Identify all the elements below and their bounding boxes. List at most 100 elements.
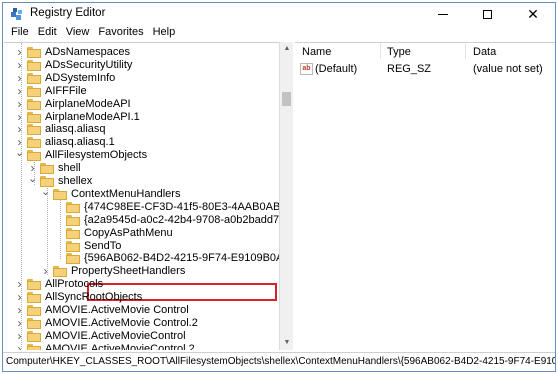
column-header-data[interactable]: Data [473,46,496,58]
folder-icon [27,124,41,135]
value-data: (value not set) [473,63,543,75]
chevron-right-icon[interactable]: › [15,343,24,351]
tree-node-label: AMOVIE.ActiveMovie Control.2 [45,317,198,329]
folder-icon [27,47,41,58]
folder-icon [66,241,80,252]
tree-node[interactable]: › aliasq.aliasq [4,123,279,136]
tree-node[interactable]: › AirplaneModeAPI [4,98,279,111]
folder-icon [66,215,80,226]
value-name: (Default) [315,63,358,75]
title-bar[interactable]: Registry Editor ✕ [3,3,555,25]
column-divider[interactable] [465,43,466,59]
folder-icon [27,99,41,110]
menu-edit[interactable]: Edit [34,25,62,42]
chevron-right-icon[interactable]: › [41,265,50,278]
tree-node[interactable]: › AIFFFile [4,85,279,98]
maximize-button[interactable] [465,3,509,25]
tree-node-label: ADsSecurityUtility [45,59,133,71]
tree-node-label: shellex [58,175,93,187]
tree-node[interactable]: ⌄ AllFilesystemObjects [4,148,279,162]
registry-editor-app-icon [11,8,22,20]
folder-icon [27,60,41,71]
column-header-name[interactable]: Name [302,46,331,58]
folder-icon [27,279,41,290]
tree-node[interactable]: › AMOVIE.ActiveMovie Control.2 [4,317,279,330]
maximize-icon [482,9,492,19]
folder-icon [27,86,41,97]
tree-node-label: {474C98EE-CF3D-41f5-80E3-4AAB0AB04301} [84,201,280,213]
tree-node[interactable]: › AllProtocols [4,278,279,291]
tree-node-label: AllFilesystemObjects [45,149,148,161]
folder-icon [40,163,54,174]
tree-node-label: AIFFFile [45,85,87,97]
status-bar: Computer\HKEY_CLASSES_ROOT\AllFilesystem… [3,352,555,371]
folder-icon [27,344,41,350]
value-row[interactable]: ab (Default) REG_SZ (value not set) [295,63,555,77]
folder-icon [27,305,41,316]
tree-node-label: {a2a9545d-a0c2-42b4-9708-a0b2badd77c8} [84,214,280,226]
menu-help[interactable]: Help [149,25,181,42]
tree-node-label: AMOVIE.ActiveMovie Control [45,304,189,316]
folder-icon [27,112,41,123]
value-type: REG_SZ [387,63,432,75]
tree-node-label: {596AB062-B4D2-4215-9F74-E9109B0A8153} [84,252,279,264]
status-path: Computer\HKEY_CLASSES_ROOT\AllFilesystem… [6,356,555,367]
tree-node[interactable]: › AMOVIE.ActiveMovie Control [4,304,279,317]
tree-node-label: AirplaneModeAPI [45,98,131,110]
tree-node[interactable]: › ADsNamespaces [4,46,279,59]
menu-favorites[interactable]: Favorites [94,25,148,42]
tree-node[interactable]: › shell [4,162,279,175]
tree-node-label: ADSystemInfo [45,72,116,84]
folder-icon [53,189,67,200]
tree-node[interactable]: CopyAsPathMenu [4,227,279,240]
tree-node[interactable]: › AllSyncRootObjects [4,291,279,304]
tree-node[interactable]: ⌄ ContextMenuHandlers [4,187,279,201]
scroll-down-icon[interactable]: ▼ [280,336,294,350]
menu-file[interactable]: File [7,25,34,42]
column-divider[interactable] [380,43,381,59]
tree-node[interactable]: › aliasq.aliasq.1 [4,136,279,149]
tree-node-label: AllProtocols [45,278,104,290]
tree-node-label: AllSyncRootObjects [45,291,143,303]
scroll-thumb[interactable] [282,92,291,106]
scroll-up-icon[interactable]: ▲ [280,42,294,56]
folder-icon [27,150,41,161]
folder-icon [66,253,80,264]
folder-icon [53,266,67,277]
resize-grip-icon[interactable]: ⋰ [546,353,554,370]
folder-icon [27,318,41,329]
column-header-type[interactable]: Type [387,46,411,58]
folder-icon [66,202,80,213]
tree-node-label: CopyAsPathMenu [84,227,173,239]
tree-node[interactable]: › ADSystemInfo [4,72,279,85]
chevron-down-icon[interactable]: ⌄ [41,187,50,201]
tree-node[interactable]: › PropertySheetHandlers [4,265,279,278]
registry-editor-window: Registry Editor ✕ File Edit View Favorit… [2,2,556,372]
tree-node[interactable]: › ADsSecurityUtility [4,59,279,72]
tree-node[interactable]: {474C98EE-CF3D-41f5-80E3-4AAB0AB04301} [4,201,280,214]
tree-vertical-scrollbar[interactable]: ▲ ▼ [279,42,293,350]
close-button[interactable]: ✕ [511,3,555,25]
minimize-button[interactable] [421,3,465,25]
folder-icon [66,228,80,239]
tree-node-label: PropertySheetHandlers [71,265,186,277]
folder-icon [27,73,41,84]
close-icon: ✕ [527,6,539,22]
tree-node-label: aliasq.aliasq.1 [45,136,115,148]
folder-icon [27,331,41,342]
folder-icon [27,292,41,303]
chevron-down-icon[interactable]: ⌄ [28,174,37,188]
values-list-pane[interactable]: Name Type Data ab (Default) REG_SZ (valu… [295,42,555,350]
tree-node[interactable]: › AMOVIE.ActiveMovieControl [4,330,279,343]
chevron-down-icon[interactable]: ⌄ [15,148,24,162]
key-tree-pane[interactable]: › ADsNamespaces › ADsSecurityUtility › ADSyst… [4,42,280,350]
tree-node[interactable]: › AMOVIE.ActiveMovieControl.2 [4,343,279,351]
tree-node-label: AMOVIE.ActiveMovieControl [45,330,186,342]
tree-node[interactable]: {a2a9545d-a0c2-42b4-9708-a0b2badd77c8} [4,214,280,227]
window-title: Registry Editor [30,7,106,19]
menu-view[interactable]: View [62,25,95,42]
string-value-icon: ab [300,63,313,75]
menu-bar: File Edit View Favorites Help [3,25,555,42]
tree-node-label: aliasq.aliasq [45,123,106,135]
tree-node-label: shell [58,162,81,174]
